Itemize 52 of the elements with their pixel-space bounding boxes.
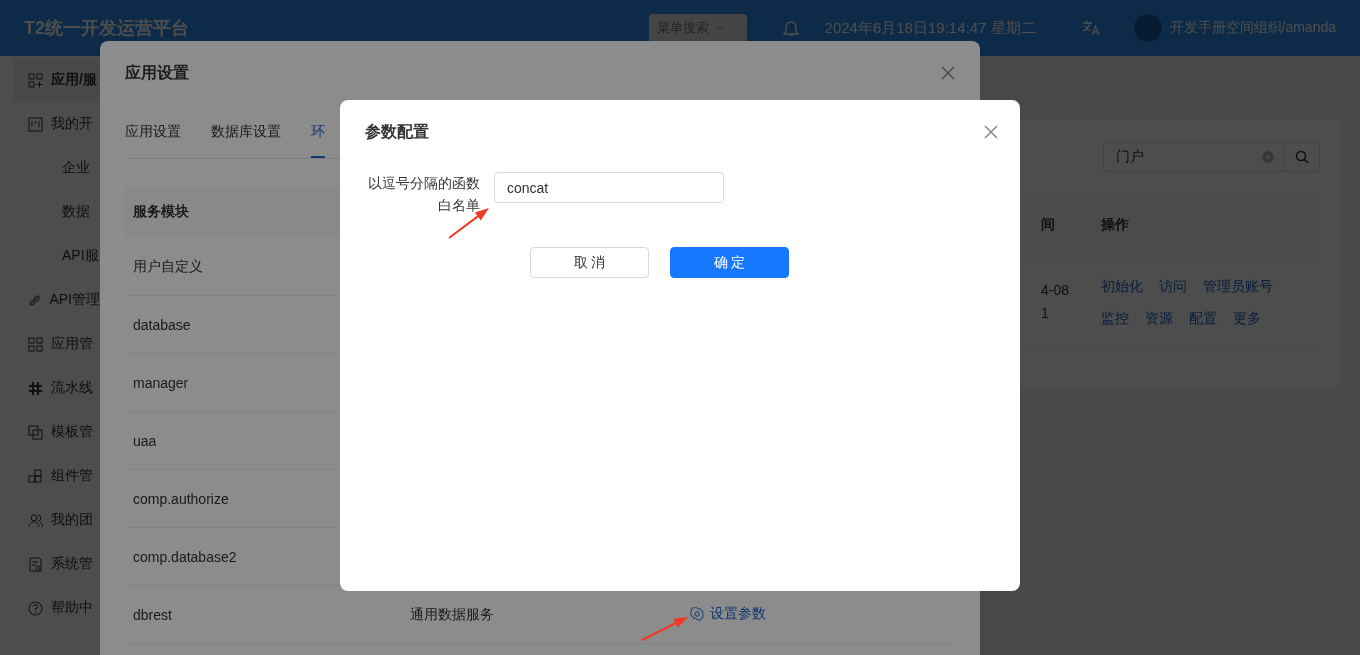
search-button[interactable]: [1285, 142, 1320, 172]
set-parameters-link[interactable]: 设置参数: [690, 605, 766, 623]
app-title: T2统一开发运营平台: [24, 17, 189, 40]
tab[interactable]: 数据库设置: [211, 105, 281, 158]
sidebar-item[interactable]: 组件管: [0, 454, 100, 498]
dialog-title: 应用设置: [125, 62, 189, 83]
board-icon: [28, 116, 43, 132]
sidebar-item[interactable]: 我的团: [0, 498, 100, 542]
table-cell-text: 1: [1041, 304, 1050, 323]
action-link[interactable]: 配置: [1189, 310, 1217, 326]
sidebar-subitem[interactable]: 数据: [0, 190, 100, 234]
action-link[interactable]: 更多: [1233, 310, 1261, 326]
users-icon: [28, 512, 43, 528]
sidebar-item[interactable]: 模板管: [0, 410, 100, 454]
action-link[interactable]: 监控: [1101, 310, 1129, 326]
sidebar-item[interactable]: 系统管: [0, 542, 100, 586]
action-link[interactable]: 管理员账号: [1203, 278, 1273, 294]
gear-icon: [690, 607, 704, 621]
sidebar-subitem[interactable]: 企业: [0, 146, 100, 190]
dialog-title: 参数配置: [365, 121, 429, 142]
sidebar-item[interactable]: 帮助中: [0, 586, 100, 630]
blocks-icon: [28, 468, 43, 484]
sidebar-item[interactable]: 流水线: [0, 366, 100, 410]
copy-icon: [28, 424, 43, 440]
sidebar-item[interactable]: 应用/服: [14, 58, 100, 102]
table-cell: 通用数据服务: [410, 605, 494, 622]
grid-icon: [28, 336, 43, 352]
translate-icon[interactable]: [1081, 20, 1100, 36]
search-icon: [1295, 150, 1309, 164]
cancel-button[interactable]: 取 消: [530, 247, 649, 278]
bell-icon[interactable]: [782, 19, 799, 37]
sidebar-item[interactable]: API管理: [0, 278, 100, 322]
action-link[interactable]: 访问: [1159, 278, 1187, 294]
confirm-button[interactable]: 确 定: [670, 247, 789, 278]
input-field[interactable]: concat: [494, 172, 724, 203]
close-icon[interactable]: [984, 125, 998, 139]
annotation-arrow: [641, 617, 688, 641]
plug-icon: [28, 292, 42, 308]
help-icon: [28, 600, 43, 616]
sidebar-item[interactable]: 应用管: [0, 322, 100, 366]
sidebar-item[interactable]: 我的开: [0, 102, 100, 146]
action-link[interactable]: 初始化: [1101, 278, 1143, 294]
document-icon: [28, 556, 43, 572]
search-field[interactable]: 门户: [1103, 142, 1285, 172]
table-cell-text: 4-08: [1041, 281, 1071, 300]
grid-plus-icon: [28, 72, 43, 88]
hash-icon: [28, 380, 43, 396]
sidebar-subitem[interactable]: API服: [0, 234, 100, 278]
close-icon[interactable]: [941, 66, 955, 80]
tab[interactable]: 环: [311, 105, 325, 158]
action-link[interactable]: 资源: [1145, 310, 1173, 326]
tab[interactable]: 应用设置: [125, 105, 181, 158]
